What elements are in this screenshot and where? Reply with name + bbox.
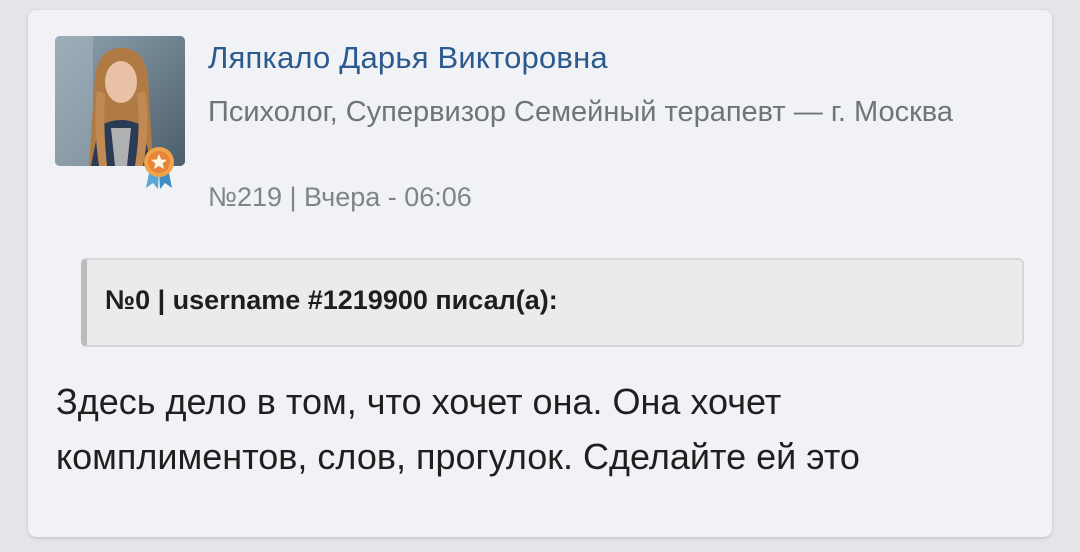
- forum-post-card: Ляпкало Дарья Викторовна Психолог, Супер…: [28, 10, 1052, 537]
- post-body-text: Здесь дело в том, что хочет она. Она хоч…: [56, 381, 860, 477]
- quote-header: №0 | username #1219900 писал(а):: [105, 285, 558, 315]
- author-name-link[interactable]: Ляпкало Дарья Викторовна: [208, 40, 608, 76]
- quote-block: №0 | username #1219900 писал(а):: [81, 258, 1024, 347]
- author-avatar-wrap[interactable]: [55, 36, 185, 189]
- award-ribbon-icon: [144, 147, 174, 189]
- author-role: Психолог, Супервизор Семейный терапевт —…: [208, 96, 953, 128]
- post-meta: №219 | Вчера - 06:06: [208, 182, 472, 212]
